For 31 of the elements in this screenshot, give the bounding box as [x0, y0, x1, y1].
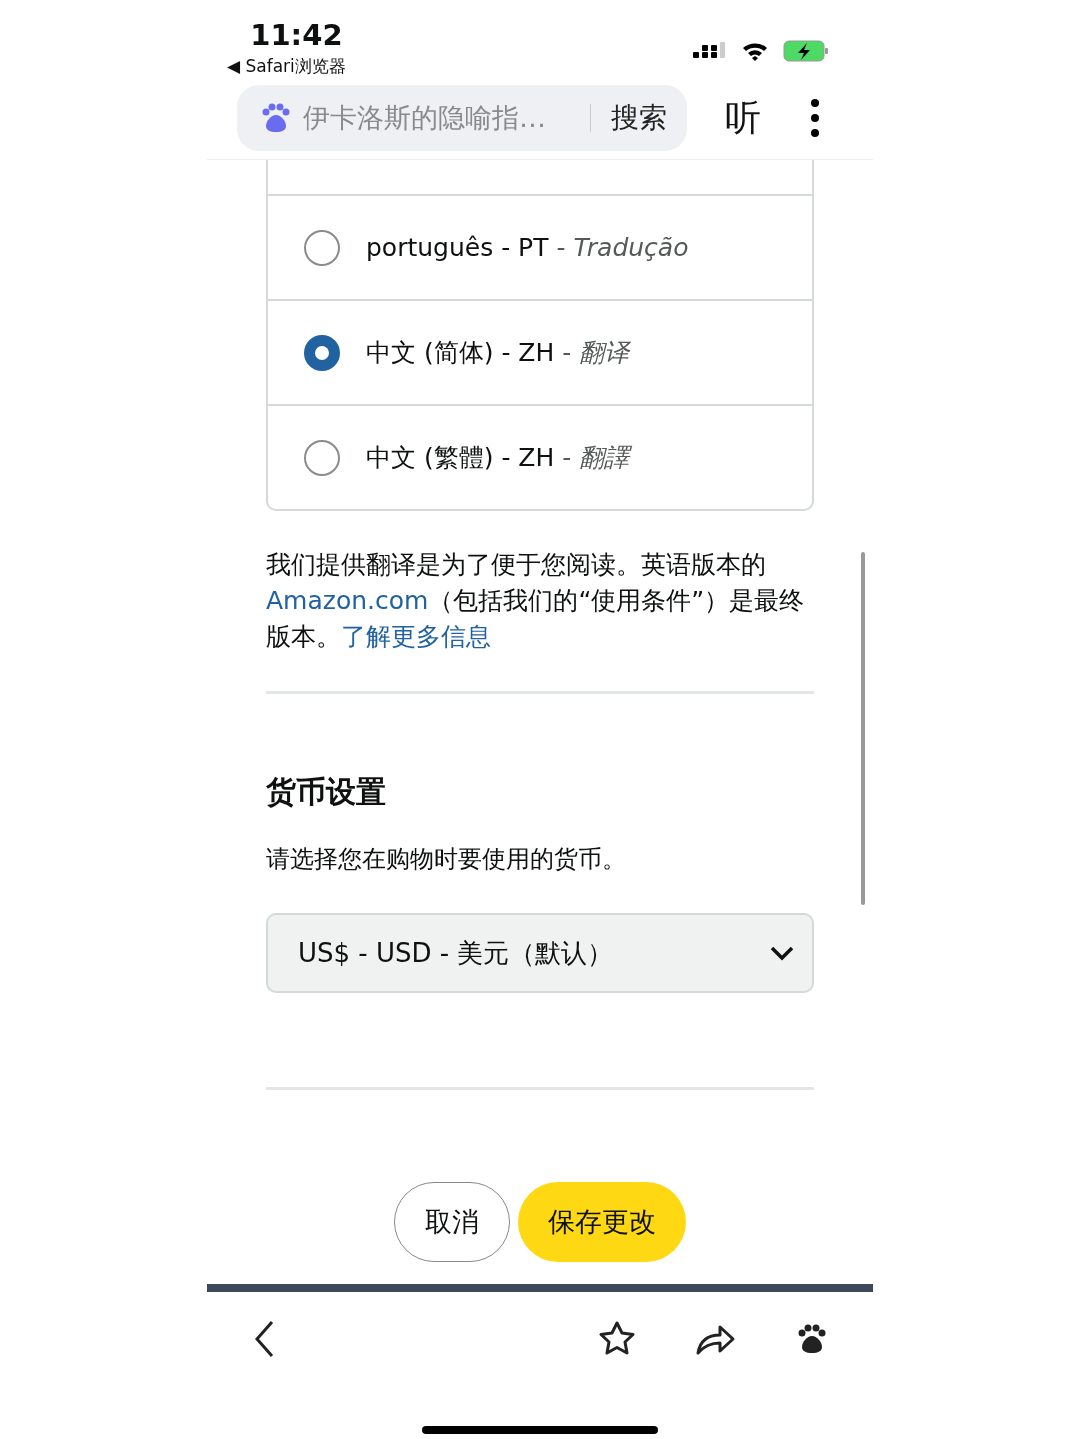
section-description: 请选择您在购物时要使用的货币。 [266, 844, 627, 875]
listen-button[interactable]: 听 [725, 93, 761, 143]
option-label: português - PT [366, 233, 549, 262]
radio-button[interactable] [304, 229, 340, 266]
battery-icon [783, 40, 829, 62]
chevron-down-icon [770, 945, 794, 961]
signal-icon [693, 42, 727, 60]
translation-note: - Tradução [556, 233, 689, 262]
radio-button[interactable] [304, 334, 340, 371]
search-button[interactable]: 搜索 [611, 99, 667, 137]
address-bar[interactable]: 伊卡洛斯的隐喻指… 搜索 [237, 85, 687, 151]
cancel-button[interactable]: 取消 [394, 1182, 510, 1262]
back-icon[interactable] [253, 1320, 275, 1358]
radio-button[interactable] [304, 439, 340, 476]
translation-note: - 翻譯 [562, 442, 630, 474]
notice-link[interactable]: 了解更多信息 [341, 622, 491, 651]
wifi-icon [741, 40, 769, 62]
section-heading: 货币设置 [266, 773, 387, 811]
translation-note: - 翻译 [562, 337, 630, 369]
currency-dropdown[interactable]: US$ - USD - 美元（默认） [266, 913, 814, 993]
language-option[interactable]: 中文 (繁體) - ZH - 翻譯 [268, 406, 812, 509]
option-label: 中文 (繁體) - ZH [366, 442, 555, 474]
more-icon[interactable] [811, 99, 819, 137]
option-label: 中文 (简体) - ZH [366, 337, 555, 369]
translation-notice: 我们提供翻译是为了便于您阅读。英语版本的 Amazon.com（包括我们的“使用条件”）是最终版本。了解更多信息 [266, 549, 806, 653]
status-time: 11:42 [250, 18, 343, 52]
back-to-app-link[interactable]: ◀ Safari浏览器 [227, 52, 346, 80]
language-option[interactable]: 中文 (简体) - ZH - 翻译 [268, 301, 812, 406]
language-option[interactable]: português - PT - Tradução [268, 196, 812, 301]
save-button[interactable]: 保存更改 [518, 1182, 686, 1262]
notice-link[interactable]: Amazon.com [266, 586, 429, 615]
